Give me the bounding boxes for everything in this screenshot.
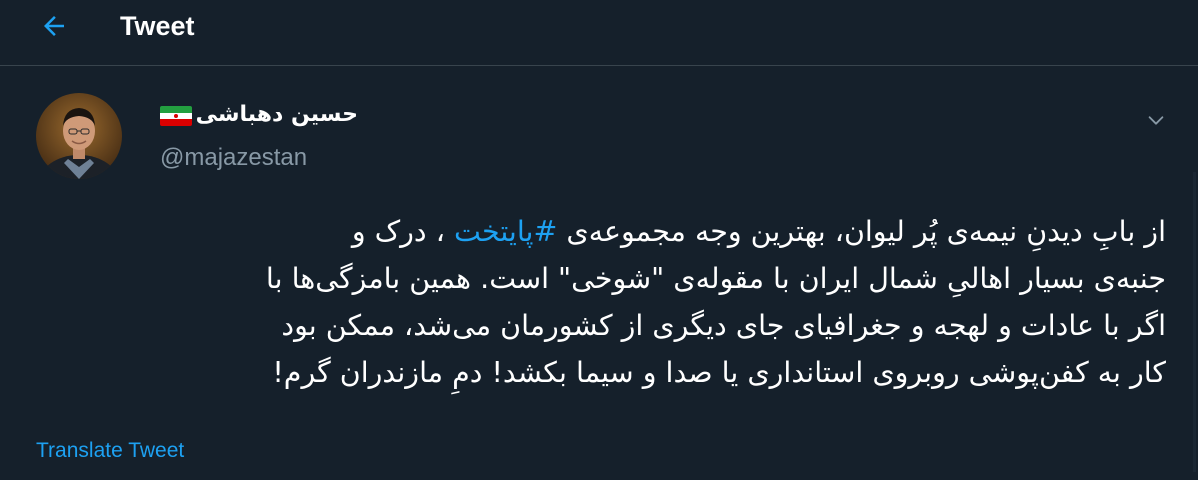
author-handle[interactable]: @majazestan (160, 142, 307, 174)
tweet-text-line-2: جنبه‌ی بسیار اهالیِ شمال ایران با مقوله‌… (265, 262, 1166, 295)
tweet-text-line-1: از بابِ دیدنِ نیمه‌ی پُر لیوان، بهترین و… (36, 208, 1166, 255)
translate-tweet-link[interactable]: Translate Tweet (36, 437, 184, 465)
tweet-text: از بابِ دیدنِ نیمه‌ی پُر لیوان، بهترین و… (36, 208, 1166, 396)
top-bar: Tweet (0, 0, 1198, 66)
tweet-text-line-3: اگر با عادات و لهجه و جغرافیای جای دیگری… (281, 309, 1166, 342)
avatar-photo (36, 93, 122, 179)
back-button[interactable] (36, 8, 72, 44)
chevron-down-icon (1148, 116, 1164, 125)
tweet-detail-page: Tweet حسین دهباشی @majazestan از بابِ دی… (0, 0, 1198, 480)
tweet-text-segment: از بابِ دیدنِ نیمه‌ی پُر لیوان، بهترین و… (557, 215, 1166, 248)
tweet-text-segment: ، درک و (351, 215, 454, 248)
arrow-left-icon (44, 16, 64, 36)
page-title: Tweet (120, 11, 195, 41)
tweet-text-line-4: کار به کفن‌پوشی روبروی استانداری یا صدا … (272, 356, 1166, 389)
scrollbar[interactable] (1193, 172, 1196, 472)
tweet-options-button[interactable] (1142, 108, 1170, 132)
author-display-name[interactable]: حسین دهباشی (196, 100, 358, 130)
iran-flag-icon (160, 106, 192, 126)
avatar[interactable] (36, 93, 122, 179)
hashtag-link[interactable]: #پایتخت (454, 215, 557, 248)
